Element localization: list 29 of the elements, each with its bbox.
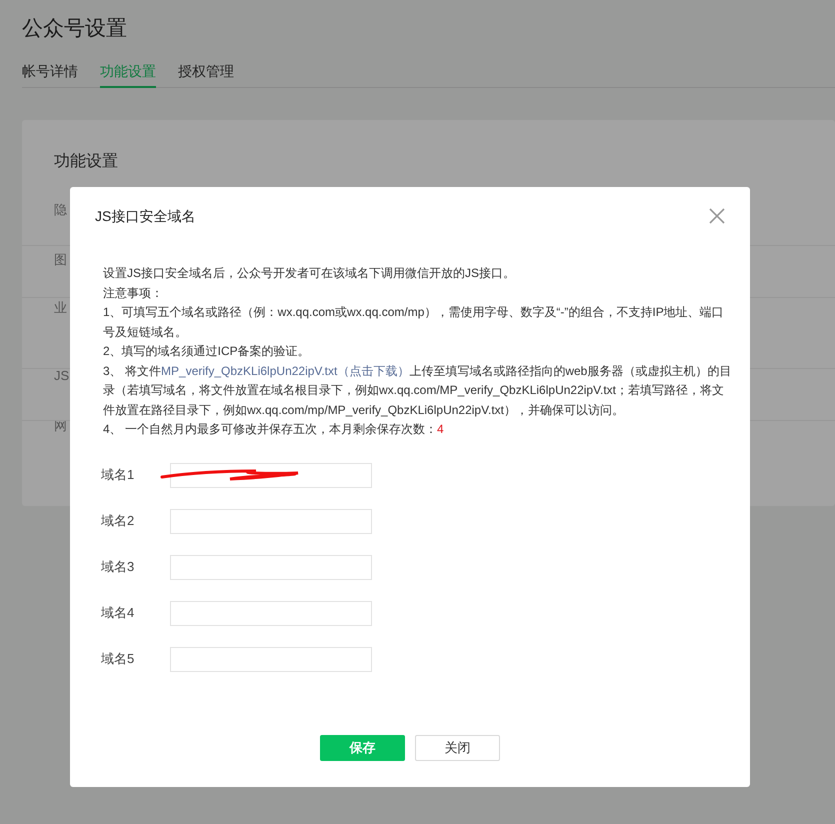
field-label: 域名4 — [101, 604, 136, 622]
note-text: 3、 将文件MP_verify_QbzKLi6lpUn22ipV.txt（点击下载）上传至填写域名或路径指向的web服务器（或虚拟主机）的目录（若填写域名，将文件放置在域名根目录下，例如wx.qq.com/MP_verify_QbzKLi6lpUn22ipV.txt；若填写路径，将文件放置在路径目录下，例如wx.qq.com/mp/MP_verify_QbzKLi6lpUn22ipV.txt），并确保可以访问。 — [103, 362, 732, 418]
note-text: 1、可填写五个域名或路径（例：wx.qq.com或wx.qq.com/mp），需使用字母、数字及“-”的组合，不支持IP地址、端口号及短链域名。 — [103, 304, 725, 340]
row-label: 业 — [54, 299, 67, 317]
note-text: 2、填写的域名须通过ICP备案的验证。 — [103, 343, 311, 360]
row-label: 隐 — [54, 201, 67, 219]
row-label: 图 — [54, 251, 67, 269]
row-label: JS — [54, 367, 70, 385]
domain-field[interactable] — [170, 600, 372, 626]
domain-field[interactable] — [170, 646, 372, 672]
domain-field[interactable] — [170, 462, 372, 488]
note-text: 4、 一个自然月内最多可修改并保存五次，本月剩余保存次数：4 — [103, 421, 445, 438]
field-label: 域名2 — [101, 512, 136, 530]
close-button[interactable] — [708, 207, 726, 225]
domain-field[interactable] — [170, 508, 372, 534]
field-label: 域名5 — [101, 650, 136, 668]
dialog-title: JS接口安全域名 — [95, 207, 196, 226]
download-link[interactable]: MP_verify_QbzKLi6lpUn22ipV.txt（点击下载） — [161, 364, 410, 378]
tab[interactable]: 授权管理 — [178, 60, 234, 88]
close-dialog-button[interactable]: 关闭 — [415, 734, 500, 760]
intro-text: 设置JS接口安全域名后，公众号开发者可在该域名下调用微信开放的JS接口。 — [103, 265, 516, 282]
card-title: 功能设置 — [54, 152, 119, 172]
page-title: 公众号设置 — [22, 16, 128, 42]
field-label: 域名3 — [101, 558, 136, 576]
notes-heading: 注意事项： — [103, 284, 164, 302]
field-label: 域名1 — [101, 466, 136, 484]
domain-field[interactable] — [170, 554, 372, 580]
tab[interactable]: 帐号详情 — [22, 60, 78, 88]
remaining-count: 4 — [437, 422, 444, 436]
